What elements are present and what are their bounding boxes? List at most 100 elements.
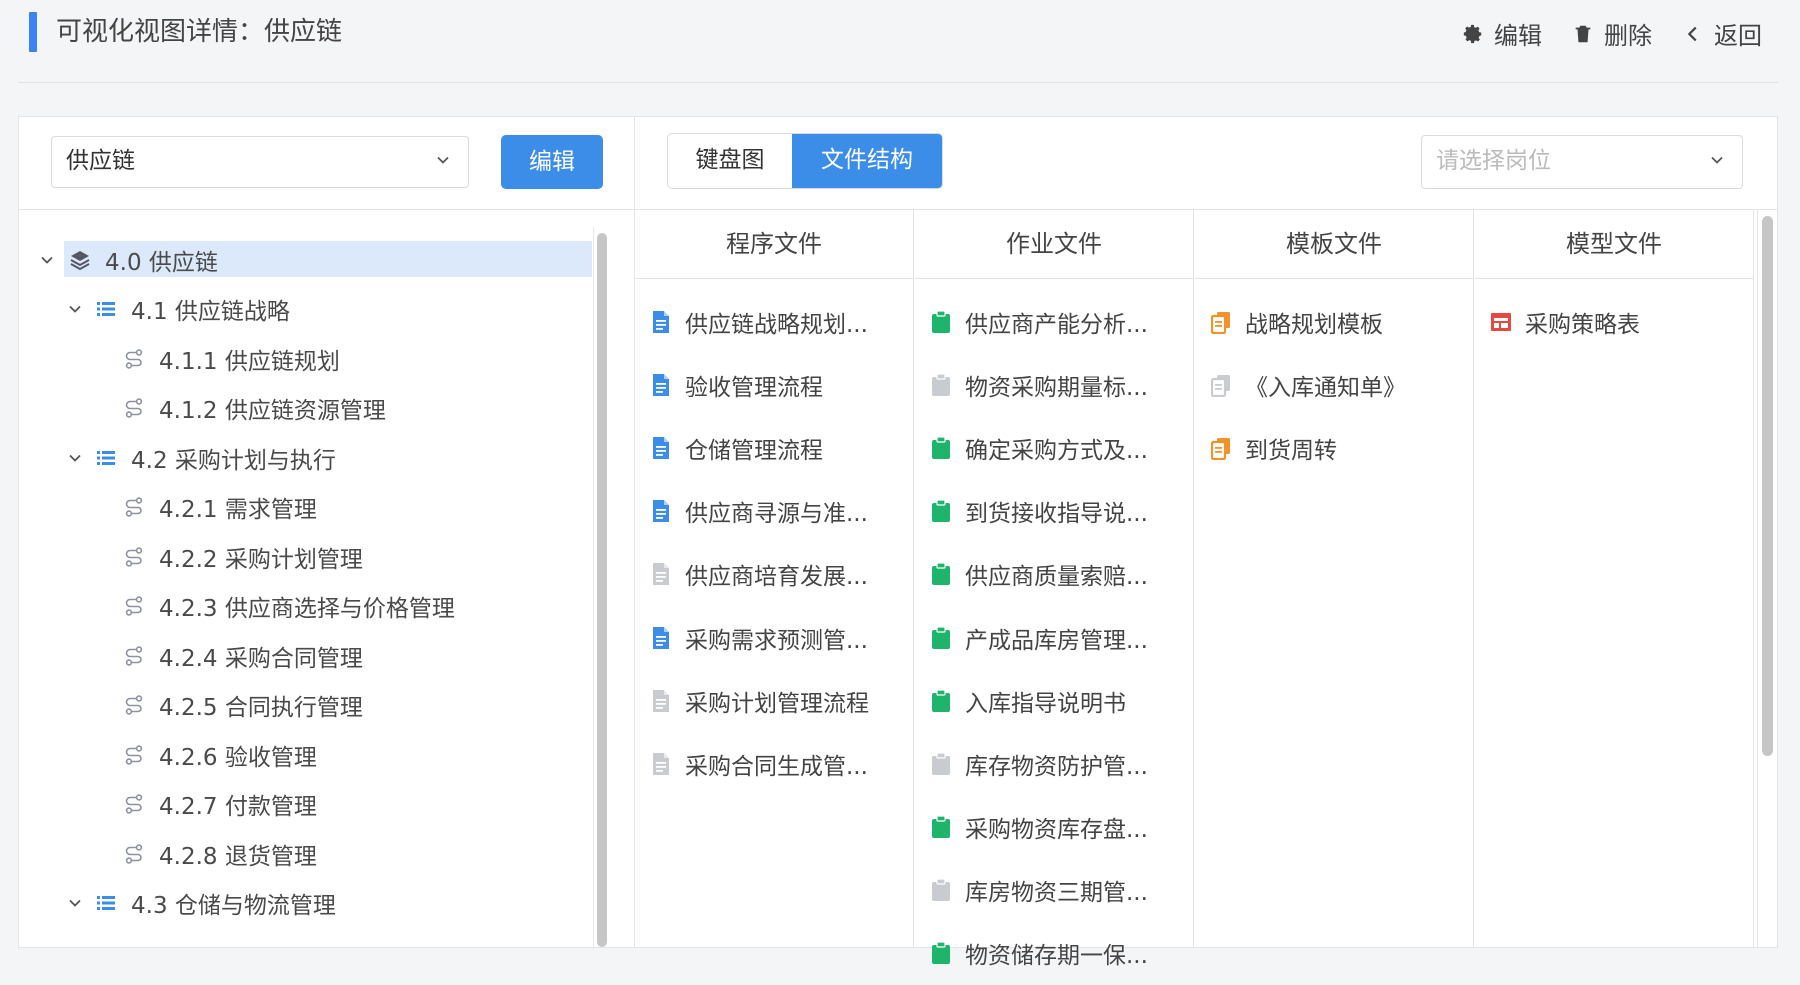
process-icon (125, 695, 143, 715)
file-item[interactable]: 到货接收指导说... (915, 480, 1193, 543)
process-icon (125, 745, 143, 765)
tree-node-label: 4.2.1 需求管理 (159, 497, 317, 524)
chevron-down-icon[interactable] (67, 301, 83, 317)
file-item[interactable]: 供应商产能分析... (915, 290, 1193, 353)
file-column: 模型文件 采购策略表 (1475, 210, 1754, 947)
file-label: 采购计划管理流程 (685, 690, 869, 717)
file-column: 模板文件 战略规划模板 《入库通知单》 到货周转 (1195, 210, 1474, 947)
tree-node-label: 4.2 采购计划与执行 (131, 447, 336, 474)
file-list: 供应链战略规划... 验收管理流程仓储管理流程 供应商寻源与准... 供应商培育发展.… (635, 279, 913, 796)
chevron-left-icon (1687, 26, 1697, 41)
file-item[interactable]: 库房物资三期管... (915, 859, 1193, 922)
back-button[interactable]: 返回 (1682, 16, 1762, 51)
file-item[interactable]: 仓储管理流程 (635, 416, 913, 479)
column-header: 作业文件 (915, 210, 1193, 279)
file-item[interactable]: 采购需求预测管... (635, 606, 913, 669)
file-item[interactable]: 采购合同生成管... (635, 732, 913, 795)
delete-button[interactable]: 删除 (1572, 16, 1652, 51)
file-item[interactable]: 入库指导说明书 (915, 669, 1193, 732)
tree-node[interactable]: 4.2.6 验收管理 (19, 730, 609, 780)
file-item[interactable]: 物资储存期一保... (915, 922, 1193, 985)
file-item[interactable]: 采购物资库存盘... (915, 796, 1193, 859)
process-icon (125, 646, 143, 666)
file-item[interactable]: 采购计划管理流程 (635, 669, 913, 732)
clipboard-green-icon (932, 499, 950, 523)
file-list: 供应商产能分析... 物资采购期量标... 确定采购方式及... 到货接收指导说...… (915, 279, 1193, 985)
file-item[interactable]: 供应商寻源与准... (635, 480, 913, 543)
tree-node-label: 4.2.7 付款管理 (159, 794, 317, 821)
files-scrollbar-thumb[interactable] (1762, 216, 1773, 756)
copy-orange-icon (1211, 311, 1230, 334)
edit-button[interactable]: 编辑 (1462, 16, 1542, 51)
chevron-down-icon[interactable] (67, 450, 83, 466)
clipboard-green-icon (932, 562, 950, 586)
clipboard-green-icon (932, 625, 950, 649)
file-list: 战略规划模板 《入库通知单》到货周转 (1195, 279, 1473, 480)
file-item[interactable]: 确定采购方式及... (915, 416, 1193, 479)
files-scrollbar[interactable] (1757, 210, 1777, 947)
file-item[interactable]: 《入库通知单》 (1195, 353, 1473, 416)
tree-node-label: 4.3 仓储与物流管理 (131, 893, 336, 920)
column-header: 程序文件 (635, 210, 913, 279)
file-item[interactable]: 产成品库房管理... (915, 606, 1193, 669)
file-column: 程序文件供应链战略规划... 验收管理流程仓储管理流程 供应商寻源与准... 供应商培… (635, 210, 914, 947)
file-item[interactable]: 物资采购期量标... (915, 353, 1193, 416)
tree-node[interactable]: 4.2.2 采购计划管理 (19, 532, 609, 582)
tree-node[interactable]: 4.2.1 需求管理 (19, 483, 609, 533)
tree-node[interactable]: 4.2.8 退货管理 (19, 829, 609, 879)
tree-scrollbar[interactable] (593, 227, 611, 947)
tree-node[interactable]: 4.0 供应链 (19, 235, 609, 285)
tree-node[interactable]: 4.2 采购计划与执行 (19, 433, 609, 483)
file-column: 作业文件供应商产能分析... 物资采购期量标... 确定采购方式及... 到货接收指导… (915, 210, 1194, 969)
tree-node-label: 4.2.8 退货管理 (159, 843, 317, 870)
file-item[interactable]: 到货周转 (1195, 416, 1473, 479)
trash-icon (1575, 25, 1591, 42)
chevron-down-icon[interactable] (39, 252, 55, 268)
file-label: 到货周转 (1245, 437, 1337, 464)
title-accent-bar (29, 12, 37, 52)
chevron-down-icon (437, 156, 449, 164)
tree-node[interactable]: 4.1.1 供应链规划 (19, 334, 609, 384)
doc-blue-icon (653, 373, 669, 396)
file-label: 物资储存期一保... (965, 943, 1148, 970)
list-icon (97, 302, 115, 317)
back-label: 返回 (1714, 22, 1762, 50)
doc-blue-icon (653, 500, 669, 523)
tree-edit-button[interactable]: 编辑 (501, 135, 603, 189)
tree-node[interactable]: 4.2.5 合同执行管理 (19, 681, 609, 731)
tree-node[interactable]: 4.1.2 供应链资源管理 (19, 384, 609, 434)
tree-node-label: 4.1.2 供应链资源管理 (159, 398, 386, 425)
role-select[interactable]: 请选择岗位 (1421, 135, 1743, 189)
copy-orange-icon (1211, 437, 1230, 460)
list-icon (97, 896, 115, 911)
chevron-down-icon[interactable] (67, 895, 83, 911)
process-icon (125, 794, 143, 814)
file-item[interactable]: 库存物资防护管... (915, 732, 1193, 795)
tree-node[interactable]: 4.1 供应链战略 (19, 285, 609, 335)
file-item[interactable]: 供应链战略规划... (635, 290, 913, 353)
table-red-icon (1491, 312, 1511, 331)
tree-node[interactable]: 4.2.7 付款管理 (19, 780, 609, 830)
tree-node-label: 4.2.4 采购合同管理 (159, 645, 363, 672)
file-item[interactable]: 供应商质量索赔... (915, 543, 1193, 606)
clipboard-green-icon (932, 941, 950, 965)
clipboard-gray-icon (932, 878, 950, 902)
clipboard-gray-icon (932, 752, 950, 775)
tab-file-structure[interactable]: 文件结构 (792, 134, 942, 188)
file-label: 采购需求预测管... (685, 627, 868, 654)
file-label: 验收管理流程 (685, 374, 823, 401)
doc-blue-icon (653, 626, 669, 649)
tree-scrollbar-thumb[interactable] (597, 233, 607, 947)
file-item[interactable]: 采购策略表 (1475, 290, 1753, 353)
tab-keyboard-map[interactable]: 键盘图 (668, 134, 792, 188)
file-item[interactable]: 验收管理流程 (635, 353, 913, 416)
file-item[interactable]: 战略规划模板 (1195, 290, 1473, 353)
process-icon (125, 547, 143, 567)
file-item[interactable]: 供应商培育发展... (635, 543, 913, 606)
tree-node[interactable]: 4.2.3 供应商选择与价格管理 (19, 582, 609, 632)
view-select-value: 供应链 (66, 148, 135, 174)
view-select[interactable]: 供应链 (51, 136, 469, 188)
copy-gray-icon (1211, 374, 1230, 397)
tree-node[interactable]: 4.3 仓储与物流管理 (19, 879, 609, 929)
tree-node[interactable]: 4.2.4 采购合同管理 (19, 631, 609, 681)
